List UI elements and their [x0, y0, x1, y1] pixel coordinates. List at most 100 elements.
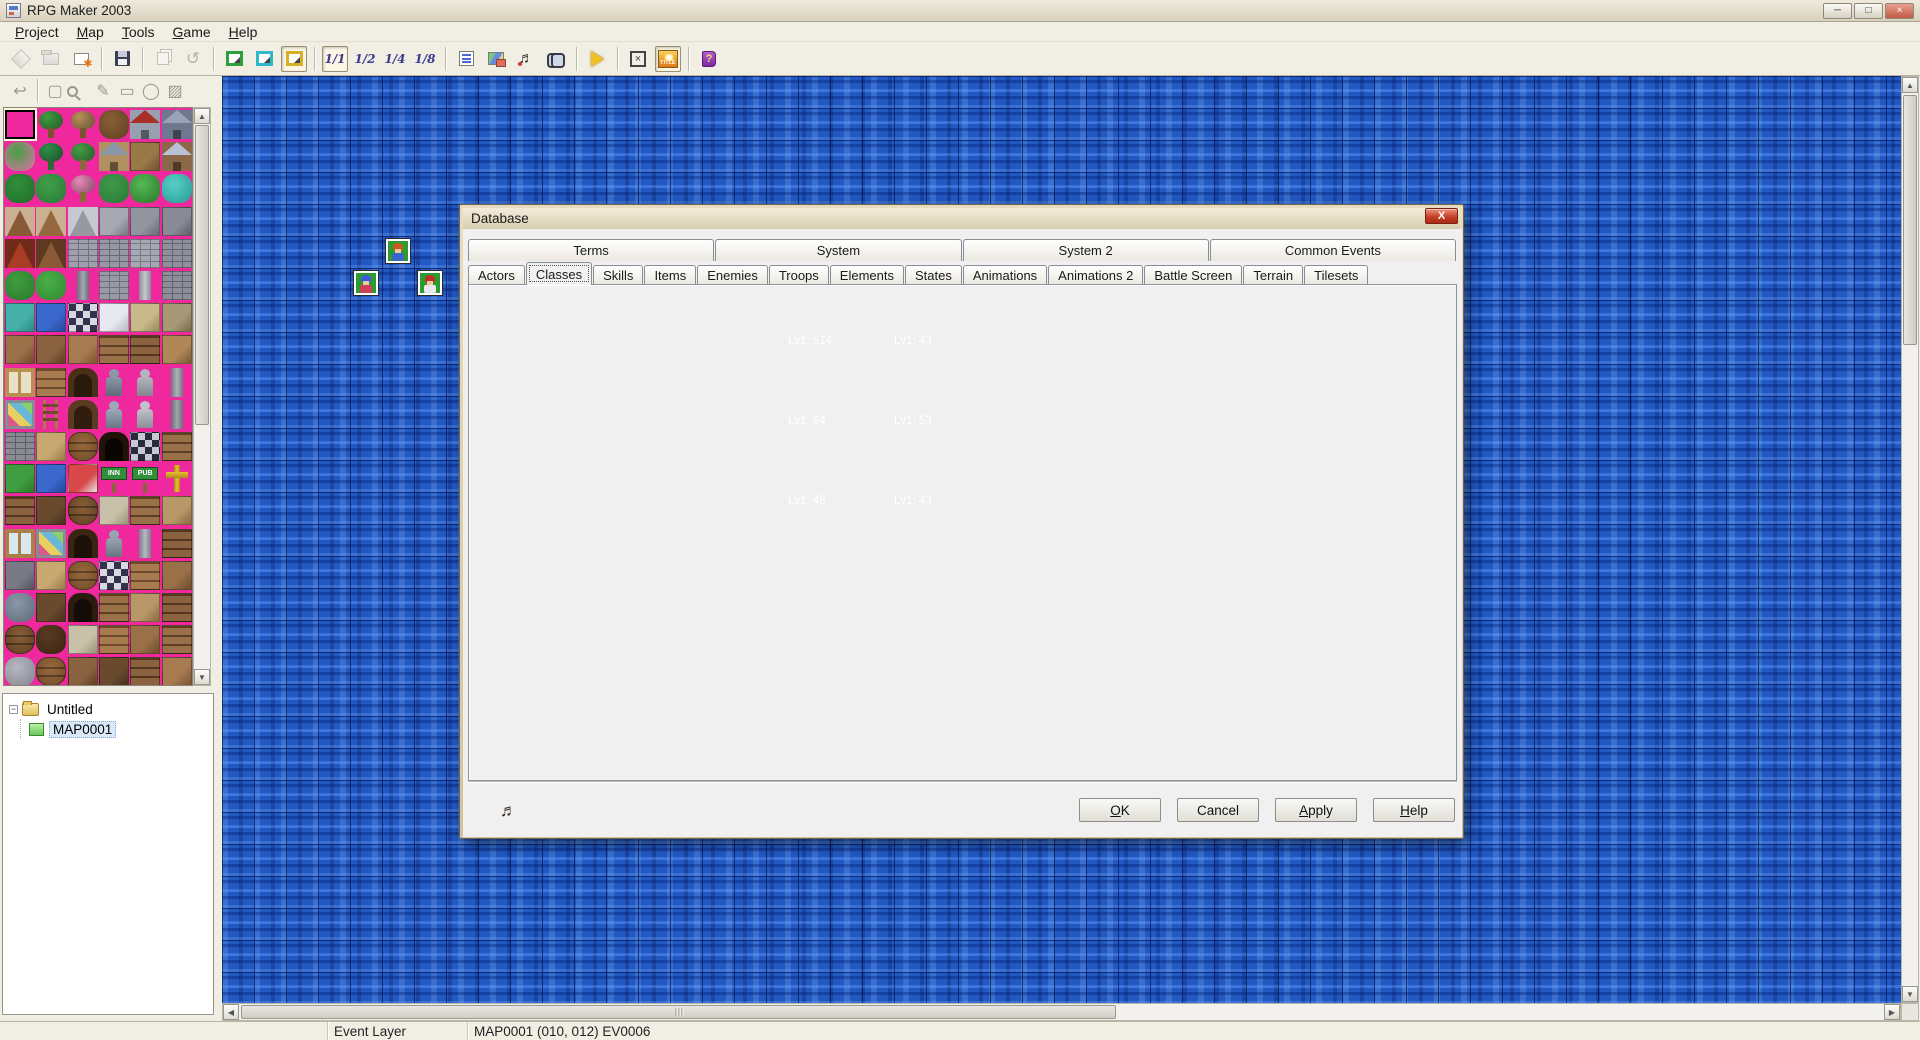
tab-terrain[interactable]: Terrain	[1243, 265, 1303, 285]
new-project-icon[interactable]	[8, 46, 34, 72]
map-vscroll-thumb[interactable]	[1903, 95, 1917, 345]
palette-tile[interactable]	[99, 303, 129, 332]
palette-tile[interactable]	[36, 335, 66, 364]
title-screen-icon[interactable]: TITLE	[655, 46, 681, 72]
palette-tile[interactable]	[36, 625, 66, 654]
menu-game[interactable]: Game	[164, 23, 220, 41]
event-layer-icon[interactable]	[281, 46, 307, 72]
menu-help[interactable]: Help	[220, 23, 267, 41]
palette-tile[interactable]	[68, 239, 98, 268]
palette-tile[interactable]	[162, 110, 192, 139]
palette-scroll-up[interactable]: ▲	[194, 108, 210, 124]
palette-tile[interactable]	[130, 303, 160, 332]
palette-tile[interactable]	[130, 625, 160, 654]
palette-tile[interactable]	[68, 335, 98, 364]
palette-tile[interactable]	[5, 529, 35, 558]
palette-tile[interactable]	[99, 432, 129, 461]
palette-tile[interactable]	[99, 110, 129, 139]
palette-tile[interactable]	[130, 335, 160, 364]
maximize-button[interactable]: □	[1854, 3, 1883, 19]
copy-map-icon[interactable]	[150, 46, 176, 72]
palette-tile[interactable]	[99, 400, 129, 429]
palette-tile[interactable]	[162, 529, 192, 558]
fill-tool-icon[interactable]: ▨	[163, 81, 187, 101]
palette-tile[interactable]	[68, 207, 98, 236]
tab-animations-2[interactable]: Animations 2	[1048, 265, 1143, 285]
tab-terms[interactable]: Terms	[468, 239, 714, 261]
palette-tile[interactable]	[36, 657, 66, 686]
palette-tile[interactable]	[36, 593, 66, 622]
close-project-icon[interactable]	[68, 46, 94, 72]
palette-tile[interactable]	[99, 625, 129, 654]
palette-tile[interactable]	[68, 529, 98, 558]
palette-scroll-thumb[interactable]	[195, 125, 209, 425]
tree-item-map[interactable]: MAP0001	[3, 719, 213, 739]
palette-tile[interactable]	[5, 625, 35, 654]
tab-system[interactable]: System	[715, 239, 961, 261]
palette-tile[interactable]	[130, 496, 160, 525]
menu-tools[interactable]: Tools	[113, 23, 164, 41]
help-button[interactable]: Help	[1373, 798, 1455, 822]
palette-tile[interactable]	[130, 561, 160, 590]
map-event-1[interactable]	[386, 239, 410, 263]
palette-tile[interactable]	[99, 207, 129, 236]
palette-tile[interactable]	[36, 271, 66, 300]
palette-tile[interactable]	[36, 207, 66, 236]
palette-tile[interactable]	[36, 239, 66, 268]
palette-tile[interactable]	[99, 561, 129, 590]
palette-tile[interactable]	[68, 464, 98, 493]
apply-button[interactable]: Apply	[1275, 798, 1357, 822]
map-vertical-scrollbar[interactable]: ▲ ▼	[1901, 76, 1919, 1003]
palette-tile[interactable]	[36, 303, 66, 332]
palette-tile[interactable]	[68, 368, 98, 397]
tab-actors[interactable]: Actors	[468, 265, 525, 285]
database-icon[interactable]	[453, 46, 479, 72]
window-titlebar[interactable]: RPG Maker 2003 ─ □ ×	[0, 0, 1920, 22]
palette-tile[interactable]	[5, 239, 35, 268]
tab-animations[interactable]: Animations	[963, 265, 1047, 285]
palette-tile[interactable]	[36, 368, 66, 397]
map-event-3[interactable]	[418, 271, 442, 295]
map-hscroll-thumb[interactable]	[241, 1005, 1116, 1019]
palette-tile[interactable]	[162, 464, 192, 493]
palette-tile[interactable]	[36, 496, 66, 525]
map-event-2[interactable]	[354, 271, 378, 295]
palette-tile[interactable]	[68, 303, 98, 332]
dialog-titlebar[interactable]: Database	[463, 208, 1460, 229]
open-project-icon[interactable]	[38, 46, 64, 72]
palette-tile[interactable]	[130, 110, 160, 139]
menu-map[interactable]: Map	[68, 23, 113, 41]
palette-tile[interactable]	[162, 335, 192, 364]
palette-tile[interactable]	[130, 529, 160, 558]
palette-tile[interactable]	[162, 142, 192, 171]
zoom-1-2-button[interactable]: 1/2	[352, 46, 378, 72]
palette-tile[interactable]	[99, 174, 129, 203]
lower-layer-icon[interactable]	[221, 46, 247, 72]
palette-tile[interactable]	[36, 110, 66, 139]
palette-tile[interactable]	[130, 174, 160, 203]
tab-common-events[interactable]: Common Events	[1210, 239, 1456, 261]
palette-tile[interactable]	[5, 657, 35, 686]
palette-tile[interactable]	[130, 271, 160, 300]
tab-troops[interactable]: Troops	[769, 265, 829, 285]
palette-tile[interactable]	[162, 174, 192, 203]
palette-tile[interactable]	[162, 496, 192, 525]
tab-tilesets[interactable]: Tilesets	[1304, 265, 1368, 285]
palette-tile[interactable]	[130, 142, 160, 171]
help-icon[interactable]: ?	[696, 46, 722, 72]
tab-classes[interactable]: Classes	[526, 262, 592, 285]
palette-tile[interactable]	[162, 303, 192, 332]
palette-tile[interactable]	[68, 400, 98, 429]
palette-tile[interactable]	[68, 657, 98, 686]
palette-tile[interactable]	[36, 400, 66, 429]
palette-tile[interactable]	[162, 657, 192, 686]
zoom-1-4-button[interactable]: 1/4	[382, 46, 408, 72]
palette-tile[interactable]	[36, 174, 66, 203]
tree-expander-icon[interactable]: −	[9, 705, 18, 714]
tab-states[interactable]: States	[905, 265, 962, 285]
palette-tile[interactable]	[5, 174, 35, 203]
palette-tile[interactable]	[5, 207, 35, 236]
tree-map-label[interactable]: MAP0001	[49, 721, 116, 738]
palette-tile[interactable]	[162, 271, 192, 300]
palette-tile[interactable]	[162, 561, 192, 590]
